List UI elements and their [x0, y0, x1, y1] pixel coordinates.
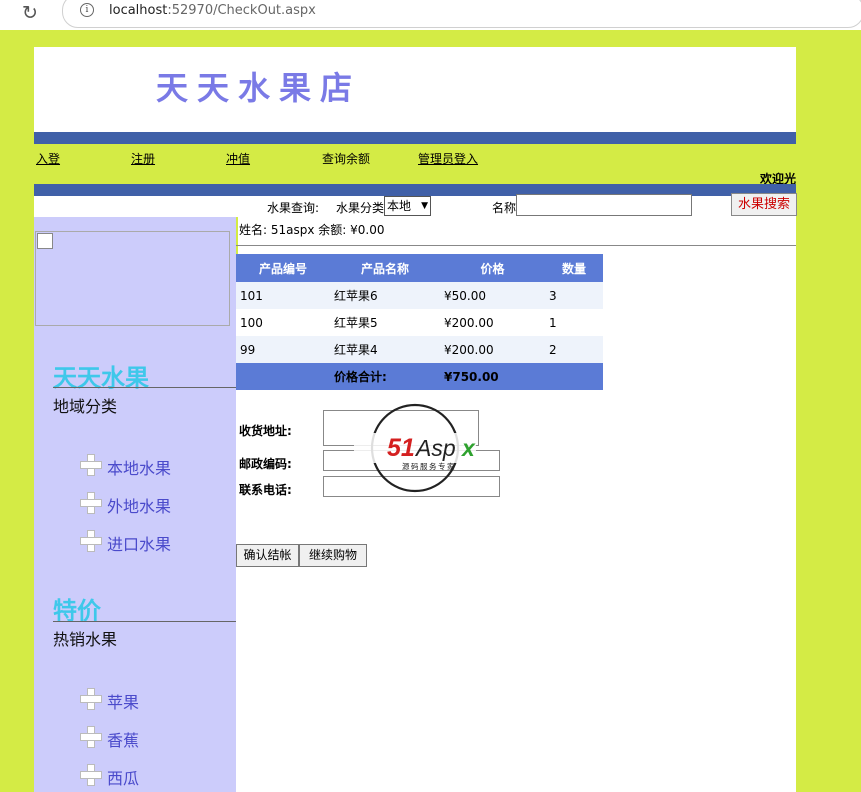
search-bar: 水果查询: 水果分类 本地 ▼ 名称 水果搜索: [34, 193, 797, 217]
cell-qty: 1: [549, 315, 557, 330]
section-divider: [53, 387, 265, 388]
checkout-content: 姓名: 51aspx 余额: ¥0.00 产品编号 产品名称 价格 数量 101…: [236, 217, 796, 792]
section-divider: [53, 621, 265, 622]
table-total-row: 价格合计: ¥750.00: [236, 363, 603, 390]
url-host: localhost: [109, 3, 168, 18]
plus-icon: [79, 687, 103, 711]
sidebar-item-label: 本地水果: [107, 459, 172, 478]
svg-text:51: 51: [387, 434, 415, 462]
sidebar-item-label: 香蕉: [107, 731, 140, 750]
content-rule: [236, 245, 796, 246]
cell-name: 红苹果5: [334, 316, 378, 330]
sidebar-section-subtitle-1: 地域分类: [53, 397, 118, 416]
cell-id: 100: [240, 315, 263, 330]
sidebar-item-label: 进口水果: [107, 535, 172, 554]
customer-info: 姓名: 51aspx 余额: ¥0.00: [239, 223, 385, 237]
svg-text:x: x: [460, 435, 476, 461]
browser-toolbar: ↻ i localhost:52970/CheckOut.aspx: [0, 0, 861, 30]
cell-empty: [236, 363, 330, 390]
table-header-row: 产品编号 产品名称 价格 数量: [236, 254, 603, 282]
fruit-search-button[interactable]: 水果搜索: [731, 193, 797, 216]
plus-icon: [79, 453, 103, 477]
reload-icon[interactable]: ↻: [22, 2, 38, 24]
table-row: 100 红苹果5 ¥200.00 1: [236, 309, 603, 336]
nav-admin-login-link[interactable]: 管理员登入: [418, 150, 478, 167]
category-select-value: 本地: [387, 199, 412, 213]
shop-title: 天天水果店: [156, 69, 362, 107]
chevron-down-icon: ▼: [421, 201, 428, 211]
nav-balance-query[interactable]: 查询余额: [322, 150, 370, 167]
table-row: 99 红苹果4 ¥200.00 2: [236, 336, 603, 363]
sidebar-section-subtitle-2: 热销水果: [53, 630, 118, 649]
col-header-price: 价格: [440, 254, 545, 282]
cell-qty: 3: [545, 282, 603, 309]
nav-recharge-link[interactable]: 冲值: [226, 150, 250, 167]
broken-image-icon: [37, 233, 53, 249]
zip-label: 邮政编码:: [239, 457, 292, 471]
sidebar-item-label: 苹果: [107, 693, 140, 712]
cell-id: 99: [236, 336, 330, 363]
plus-icon: [79, 529, 103, 553]
cell-empty: [545, 363, 603, 390]
total-value: ¥750.00: [440, 363, 545, 390]
col-header-name: 产品名称: [330, 254, 440, 282]
cell-qty: 2: [545, 336, 603, 363]
continue-shopping-button[interactable]: 继续购物: [299, 544, 367, 567]
sidebar-image: [35, 231, 230, 326]
name-search-input[interactable]: [516, 194, 692, 216]
name-label: 名称: [492, 201, 517, 215]
col-header-qty: 数量: [545, 254, 603, 282]
plus-icon: [79, 725, 103, 749]
category-select[interactable]: 本地 ▼: [384, 196, 431, 216]
sidebar-item-label: 外地水果: [107, 497, 172, 516]
svg-text:源码服务专家: 源码服务专家: [402, 461, 456, 471]
plus-icon: [79, 763, 103, 787]
nav-register-link[interactable]: 注册: [131, 150, 155, 167]
url-text[interactable]: localhost:52970/CheckOut.aspx: [109, 3, 316, 18]
sidebar-item-label: 西瓜: [107, 769, 140, 788]
total-label: 价格合计:: [330, 363, 440, 390]
svg-text:Asp: Asp: [414, 435, 456, 461]
cart-table: 产品编号 产品名称 价格 数量 101 红苹果6 ¥50.00 3 100 红苹…: [236, 254, 603, 390]
cell-price: ¥200.00: [444, 315, 494, 330]
nav-login-link[interactable]: 入登: [36, 150, 60, 167]
watermark-logo: 51 Asp x 源码服务专家: [352, 403, 478, 495]
cell-price: ¥50.00: [440, 282, 545, 309]
address-label: 收货地址:: [239, 424, 292, 438]
cell-name: 红苹果4: [330, 336, 440, 363]
nav-bar: 入登 注册 冲值 查询余额 管理员登入 欢迎光: [34, 144, 796, 186]
search-query-label: 水果查询:: [267, 201, 320, 215]
info-icon[interactable]: i: [80, 3, 94, 17]
banner: 天天水果店: [34, 47, 796, 131]
top-band: [34, 132, 796, 144]
col-header-id: 产品编号: [236, 254, 330, 282]
table-row: 101 红苹果6 ¥50.00 3: [236, 282, 603, 309]
cell-name: 红苹果6: [330, 282, 440, 309]
cell-id: 101: [236, 282, 330, 309]
confirm-checkout-button[interactable]: 确认结帐: [236, 544, 299, 567]
phone-label: 联系电话:: [239, 483, 292, 497]
category-label: 水果分类: [336, 201, 385, 215]
cell-price: ¥200.00: [440, 336, 545, 363]
plus-icon: [79, 491, 103, 515]
url-path: :52970/CheckOut.aspx: [167, 3, 316, 18]
watermark-logo-graphic: 51 Asp x 源码服务专家: [354, 403, 476, 493]
